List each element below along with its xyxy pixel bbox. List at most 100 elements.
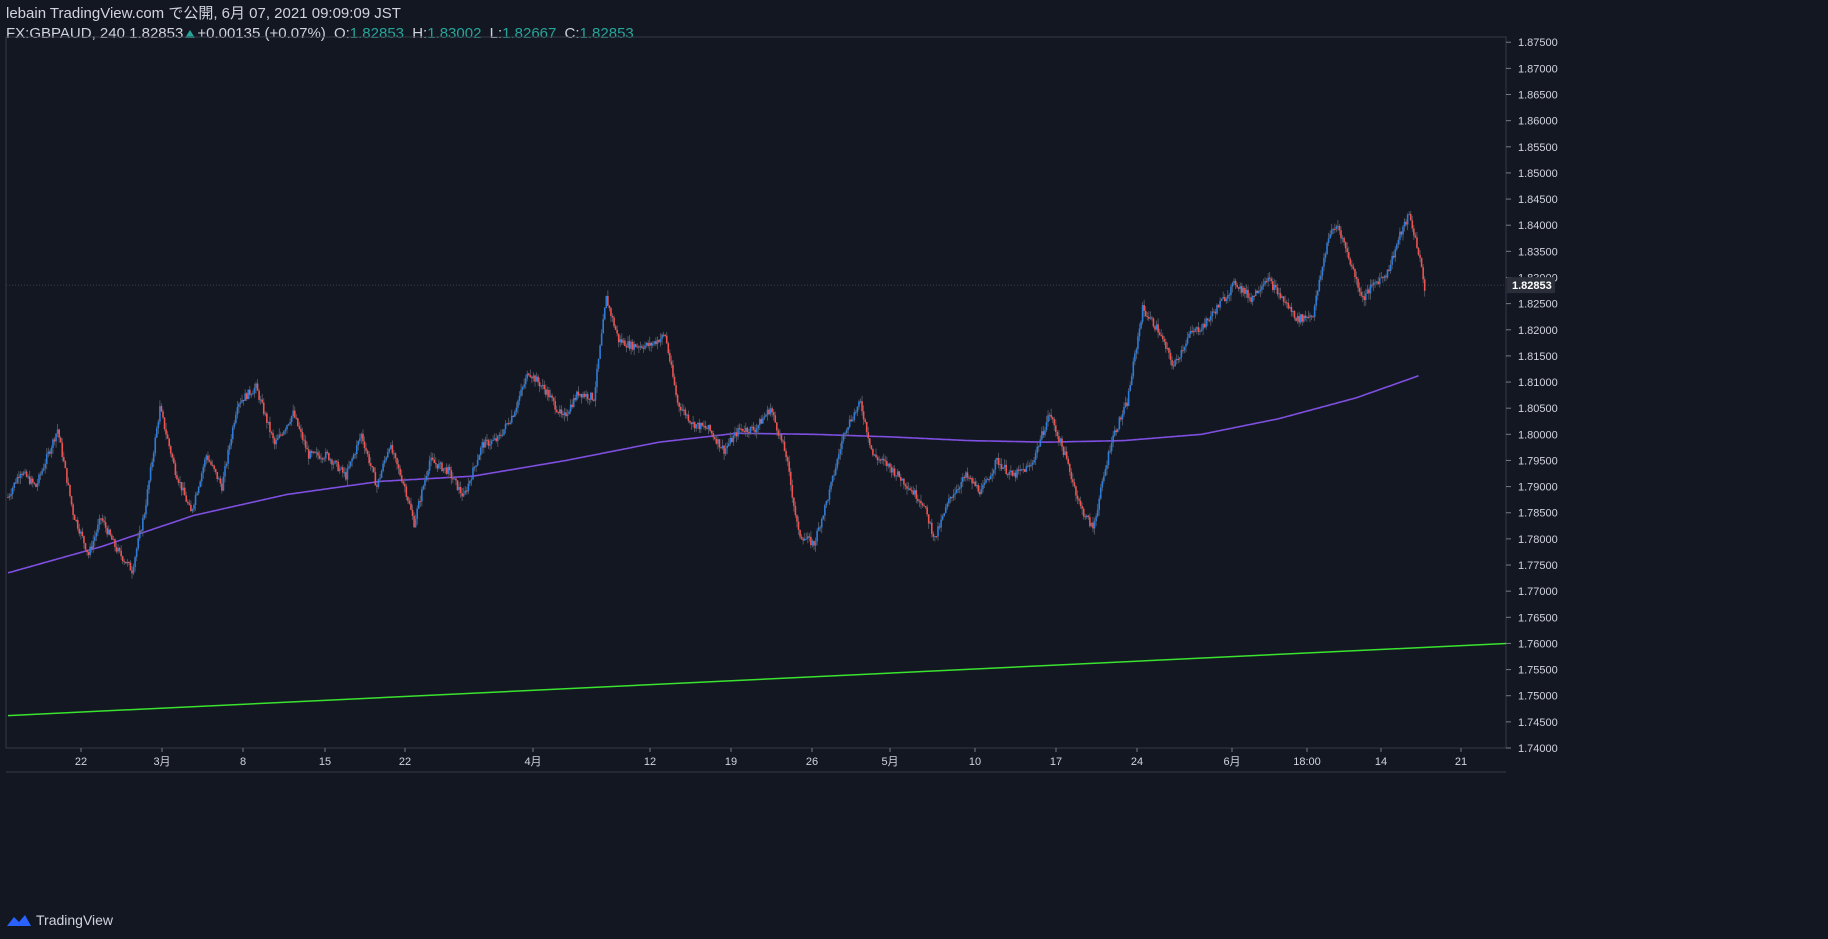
candle (393, 450, 395, 460)
candle-body (1192, 331, 1195, 333)
candle-body (898, 471, 901, 478)
candle (1166, 342, 1169, 351)
candle (171, 452, 174, 462)
candle (1022, 462, 1025, 474)
candle (622, 337, 625, 345)
candle-body (377, 479, 380, 487)
candle (586, 391, 589, 404)
candle-body (53, 439, 56, 442)
candle-body (886, 461, 888, 467)
candle-body (1014, 472, 1017, 478)
candle-body (901, 478, 904, 481)
candle (464, 486, 467, 495)
candle-body (675, 385, 677, 395)
candle (579, 393, 581, 397)
candle-body (655, 341, 657, 345)
candle (1402, 224, 1404, 241)
candle-body (143, 514, 146, 519)
candle-body (425, 476, 428, 480)
candle (1011, 469, 1014, 477)
candle (331, 458, 333, 471)
candle-body (1216, 304, 1218, 314)
candles (7, 211, 1426, 579)
candle-body (191, 509, 194, 512)
candle (876, 455, 879, 466)
candle-body (607, 296, 609, 306)
candle-body (1061, 438, 1063, 447)
time-tick-label: 12 (644, 756, 656, 768)
candle (605, 295, 608, 309)
candle-body (1086, 515, 1088, 518)
candle (1403, 218, 1406, 232)
candle (1292, 310, 1294, 317)
candle-body (275, 440, 277, 445)
candle (965, 470, 967, 482)
candle-body (38, 474, 40, 484)
candle (521, 385, 524, 396)
candle (18, 471, 20, 485)
candle-body (555, 409, 558, 413)
candle-body (303, 439, 305, 441)
candle (188, 499, 191, 506)
candle-body (373, 467, 375, 473)
candle-body (518, 395, 521, 401)
candle (594, 381, 597, 407)
candle-body (1372, 282, 1375, 286)
price-tick-label: 1.77500 (1518, 560, 1558, 572)
candle-body (342, 467, 344, 473)
candle (865, 421, 868, 436)
candle-body (810, 536, 812, 546)
price-chart[interactable]: 1.875001.870001.865001.860001.855001.850… (0, 0, 1828, 939)
price-tick-label: 1.83500 (1518, 246, 1558, 258)
candle (824, 503, 826, 522)
candle-body (706, 428, 708, 430)
candle (1089, 513, 1091, 528)
candle-body (431, 457, 434, 460)
candle (1361, 291, 1364, 303)
candle-body (714, 437, 716, 440)
candle (768, 407, 770, 416)
candle-body (1213, 311, 1215, 313)
price-tick-label: 1.84000 (1518, 220, 1558, 232)
candle-body (727, 443, 730, 446)
time-tick-label: 21 (1455, 756, 1467, 768)
candle-body (413, 516, 415, 528)
candle (210, 459, 212, 467)
candle (134, 555, 136, 572)
footer-brand[interactable]: TradingView (6, 909, 113, 931)
candle (862, 405, 865, 425)
candle-body (1188, 333, 1190, 338)
candle-body (63, 457, 65, 462)
candle (149, 463, 152, 483)
candle-body (459, 486, 462, 494)
candle-body (433, 459, 436, 463)
candle-body (472, 467, 474, 480)
candle (861, 395, 863, 416)
candle-body (157, 421, 160, 429)
candle-body (114, 539, 116, 548)
candle (1051, 416, 1054, 424)
price-tick-label: 1.86000 (1518, 116, 1558, 128)
candle (421, 486, 423, 507)
candle (1293, 310, 1296, 321)
candle (971, 475, 973, 490)
candle (1254, 288, 1257, 297)
candle (684, 407, 687, 419)
candle (461, 488, 463, 502)
candle-body (613, 317, 615, 327)
candle (822, 514, 825, 521)
candle (436, 464, 439, 473)
candle-body (1107, 451, 1110, 466)
candle-body (665, 335, 668, 344)
candle (1189, 326, 1192, 338)
candle-body (1180, 350, 1183, 358)
candle (1086, 514, 1088, 520)
candle-body (199, 481, 201, 487)
candle-body (526, 373, 529, 379)
candle (991, 468, 994, 482)
candle-body (326, 451, 329, 454)
candle (187, 499, 189, 506)
candle (259, 395, 262, 405)
candle (664, 334, 666, 338)
candle (166, 431, 169, 439)
